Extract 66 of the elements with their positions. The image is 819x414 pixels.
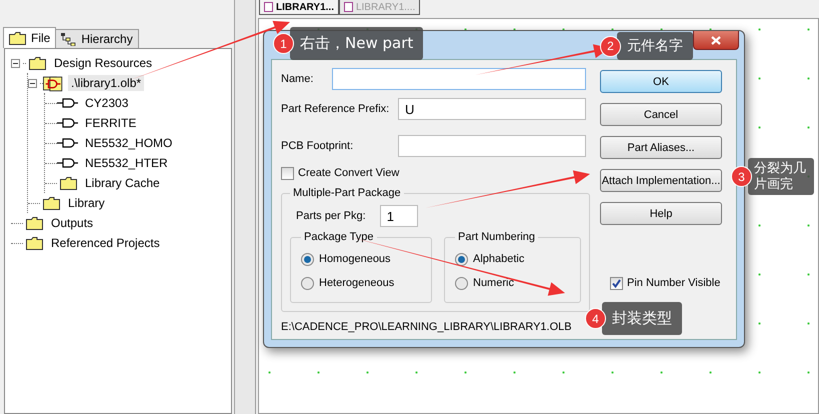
checkbox-label: Create Convert View bbox=[298, 167, 400, 179]
radio-label: Numeric bbox=[473, 277, 514, 289]
folder-icon bbox=[42, 196, 60, 210]
checkmark-icon bbox=[612, 278, 621, 288]
checkbox[interactable] bbox=[610, 276, 623, 290]
tree-item[interactable]: .\library1.olb* bbox=[68, 75, 144, 91]
radio-button[interactable] bbox=[301, 276, 314, 290]
input-field[interactable] bbox=[398, 135, 586, 157]
close-button[interactable] bbox=[693, 31, 739, 50]
library-icon bbox=[43, 74, 65, 92]
dialog-button[interactable]: Part Aliases... bbox=[600, 136, 722, 159]
document-tab[interactable]: LIBRARY1... bbox=[259, 0, 339, 15]
checkbox-label: Pin Number Visible bbox=[627, 277, 720, 289]
radio-label: Homogeneous bbox=[319, 253, 391, 265]
folder-icon bbox=[26, 236, 42, 250]
tree-item[interactable]: NE5532_HOMO bbox=[82, 135, 176, 151]
tree-item[interactable]: Referenced Projects bbox=[48, 235, 163, 251]
radio-label: Heterogeneous bbox=[319, 277, 394, 289]
field-label: Part Reference Prefix: bbox=[281, 103, 390, 115]
input-field[interactable]: 1 bbox=[380, 205, 418, 227]
group-title: Part Numbering bbox=[457, 231, 536, 243]
tree-item[interactable]: NE5532_HTER bbox=[82, 155, 171, 171]
dialog-button[interactable]: Help bbox=[600, 202, 722, 225]
field-label: Name: bbox=[281, 73, 314, 85]
folder-icon bbox=[9, 32, 26, 44]
field-label: PCB Footprint: bbox=[281, 140, 354, 152]
annotation-tooltip: 元件名字 bbox=[617, 32, 693, 60]
page-icon bbox=[344, 2, 353, 12]
folder-icon bbox=[26, 216, 42, 230]
tree-item[interactable]: FERRITE bbox=[82, 115, 140, 131]
hierarchy-icon bbox=[61, 32, 76, 46]
dialog-button[interactable]: OK bbox=[600, 70, 722, 93]
tree-item[interactable]: Outputs bbox=[48, 215, 96, 231]
scrollbar[interactable] bbox=[235, 0, 256, 414]
collapse-icon[interactable] bbox=[28, 78, 37, 88]
gate-icon bbox=[57, 118, 79, 128]
gate-icon bbox=[57, 138, 79, 148]
annotation-tooltip: 右击，New part bbox=[290, 27, 424, 60]
tree-item[interactable]: Library Cache bbox=[82, 175, 163, 191]
gate-icon bbox=[57, 158, 79, 168]
dialog-button[interactable]: Cancel bbox=[600, 103, 722, 126]
group-title: Multiple-Part Package bbox=[292, 187, 402, 199]
input-field[interactable]: U bbox=[398, 98, 586, 120]
field-label: Parts per Pkg: bbox=[296, 210, 366, 222]
group-title: Package Type bbox=[303, 231, 375, 243]
annotation-tooltip: 分裂为几片画完 bbox=[748, 158, 814, 196]
dialog-button[interactable]: Attach Implementation... bbox=[600, 169, 722, 192]
panel-tab[interactable]: File bbox=[3, 27, 56, 48]
radio-button[interactable] bbox=[455, 276, 468, 290]
folder-icon bbox=[60, 176, 76, 190]
file-path: E:\CADENCE_PRO\LEARNING_LIBRARY\LIBRARY1.OLB bbox=[281, 321, 572, 333]
collapse-icon[interactable] bbox=[11, 58, 20, 68]
tree-item[interactable]: Library bbox=[65, 195, 108, 211]
tree-item[interactable]: Design Resources bbox=[51, 55, 156, 71]
page-icon bbox=[264, 2, 273, 12]
close-icon bbox=[711, 36, 721, 44]
input-field[interactable] bbox=[332, 68, 586, 90]
tree-item[interactable]: CY2303 bbox=[82, 95, 132, 111]
panel-tab[interactable]: Hierarchy bbox=[55, 29, 139, 48]
annotation-tooltip: 封装类型 bbox=[602, 302, 682, 335]
checkbox[interactable] bbox=[281, 166, 294, 180]
gate-icon bbox=[57, 98, 79, 108]
radio-button[interactable] bbox=[455, 252, 468, 266]
radio-label: Alphabetic bbox=[473, 253, 524, 265]
radio-button[interactable] bbox=[301, 252, 314, 266]
folder-icon bbox=[28, 56, 46, 70]
